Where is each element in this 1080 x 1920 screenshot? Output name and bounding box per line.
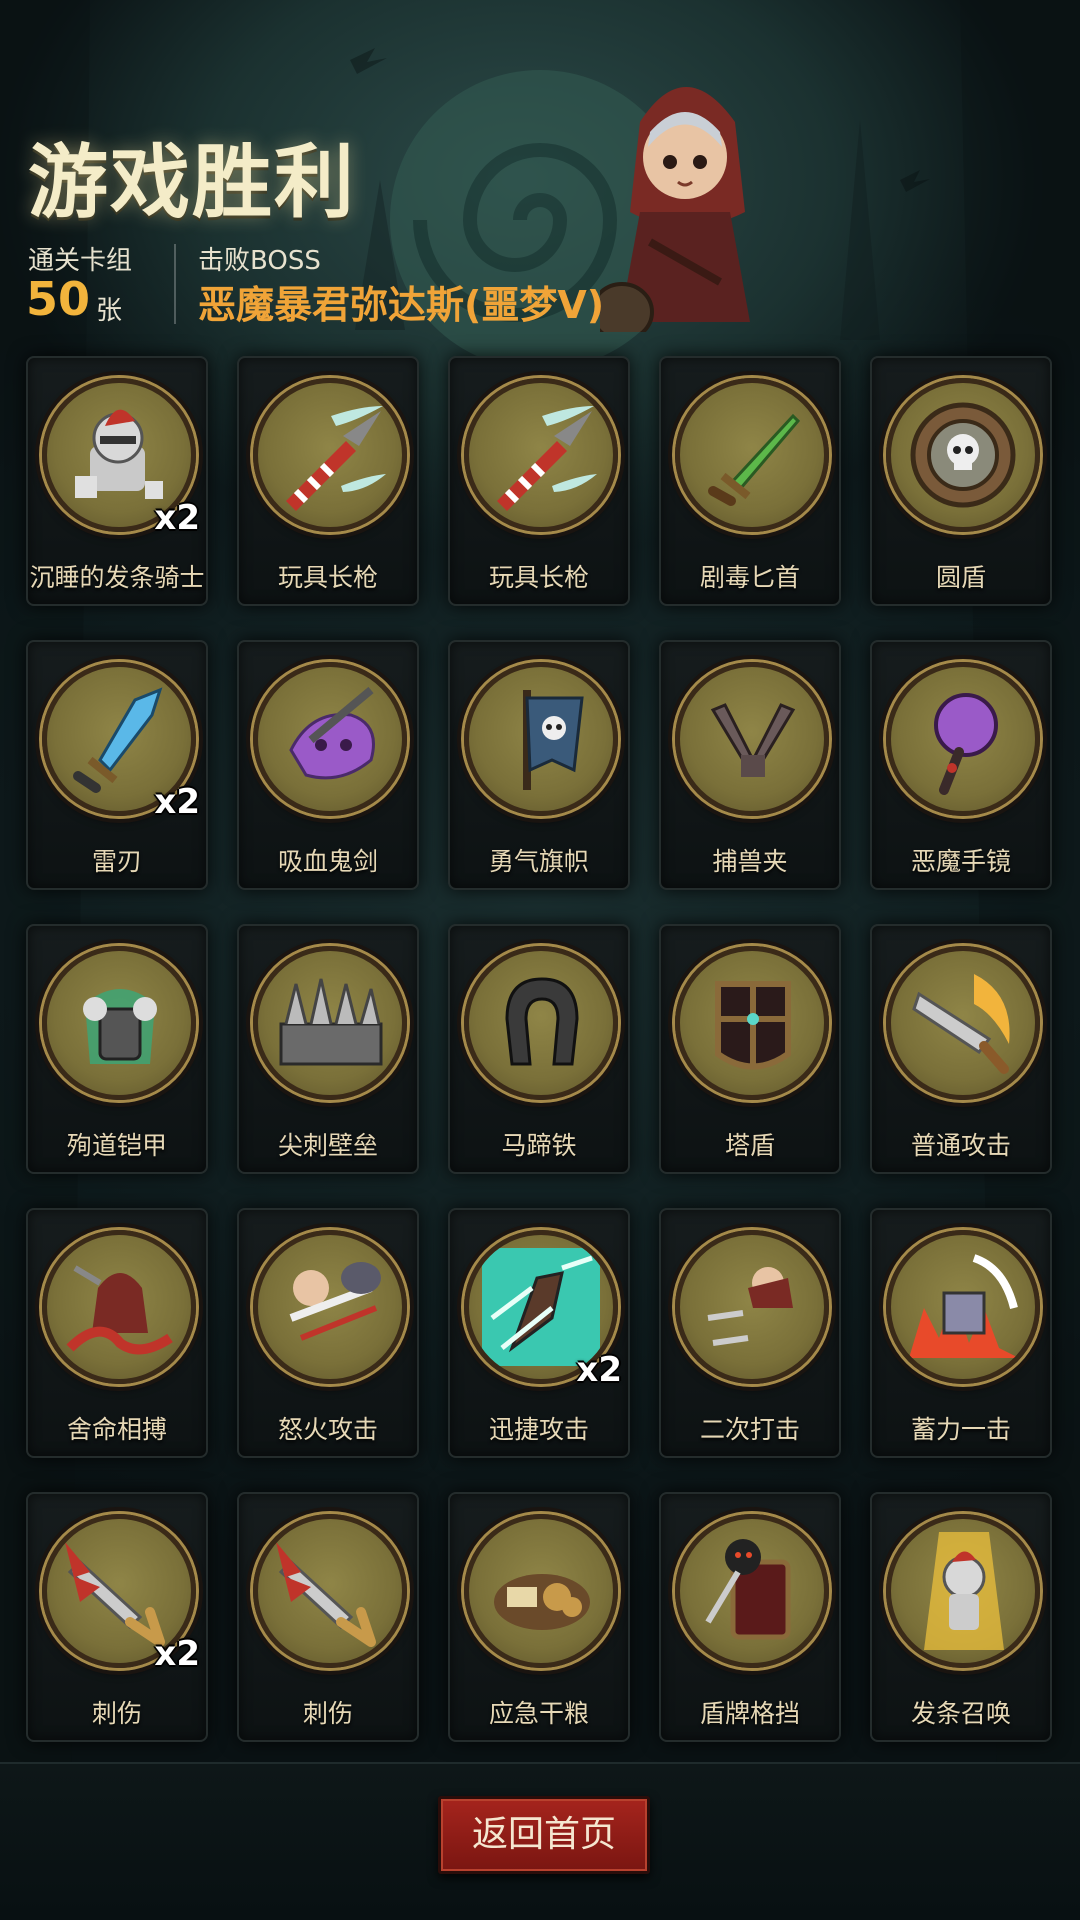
- horseshoe-icon: [464, 946, 618, 1100]
- toy-lance-icon: [464, 378, 618, 532]
- deck-card[interactable]: 吸血鬼剑: [237, 640, 419, 890]
- deck-card[interactable]: x2 迅捷攻击: [448, 1208, 630, 1458]
- bear-trap-icon: [675, 662, 829, 816]
- deck-unit: 张: [96, 296, 123, 326]
- poison-dagger-icon: [675, 378, 829, 532]
- courage-banner-icon: [464, 662, 618, 816]
- boss-label: 击败BOSS: [198, 246, 321, 276]
- deck-card[interactable]: 玩具长枪: [237, 356, 419, 606]
- card-count-badge: x2: [154, 1634, 200, 1674]
- deck-card[interactable]: 刺伤: [237, 1492, 419, 1742]
- card-name: 尖刺壁垒: [277, 1131, 378, 1160]
- deck-card[interactable]: x2 雷刃: [26, 640, 208, 890]
- normal-attack-icon: [886, 946, 1040, 1100]
- shield-block-icon: [675, 1514, 829, 1668]
- hero-character-portrait: [600, 87, 750, 332]
- card-name: 吸血鬼剑: [277, 847, 378, 876]
- deck-card[interactable]: 发条召唤: [870, 1492, 1052, 1742]
- deck-card[interactable]: 塔盾: [659, 924, 841, 1174]
- card-name: 玩具长枪: [277, 563, 378, 592]
- stab-icon: [253, 1514, 407, 1668]
- page-title: 游戏胜利: [28, 136, 356, 229]
- spike-wall-icon: [253, 946, 407, 1100]
- card-name: 剧毒匕首: [699, 563, 800, 592]
- desperate-fight-icon: [42, 1230, 196, 1384]
- card-count-badge: x2: [154, 498, 200, 538]
- card-name: 捕兽夹: [712, 847, 788, 876]
- card-name: 刺伤: [302, 1699, 353, 1728]
- demon-mirror-icon: [886, 662, 1040, 816]
- double-strike-icon: [675, 1230, 829, 1384]
- card-name: 沉睡的发条骑士: [29, 563, 205, 592]
- deck-card[interactable]: 剧毒匕首: [659, 356, 841, 606]
- martyr-armor-icon: [42, 946, 196, 1100]
- deck-card[interactable]: x2 刺伤: [26, 1492, 208, 1742]
- toy-lance-icon: [253, 378, 407, 532]
- card-name: 发条召唤: [910, 1699, 1011, 1728]
- card-name: 迅捷攻击: [488, 1415, 589, 1444]
- card-name: 塔盾: [724, 1131, 775, 1160]
- card-name: 刺伤: [91, 1699, 142, 1728]
- round-shield-icon: [886, 378, 1040, 532]
- deck-card[interactable]: 普通攻击: [870, 924, 1052, 1174]
- return-home-button[interactable]: 返回首页: [438, 1796, 650, 1874]
- deck-card[interactable]: 捕兽夹: [659, 640, 841, 890]
- rage-attack-icon: [253, 1230, 407, 1384]
- card-name: 殉道铠甲: [66, 1131, 167, 1160]
- deck-card[interactable]: 舍命相搏: [26, 1208, 208, 1458]
- card-name: 勇气旗帜: [488, 847, 589, 876]
- vampire-sword-icon: [253, 662, 407, 816]
- deck-card[interactable]: 圆盾: [870, 356, 1052, 606]
- card-count-badge: x2: [154, 782, 200, 822]
- tower-shield-icon: [675, 946, 829, 1100]
- card-name: 怒火攻击: [277, 1415, 378, 1444]
- deck-card[interactable]: 殉道铠甲: [26, 924, 208, 1174]
- deck-card-grid: x2 沉睡的发条骑士 玩具长枪 玩具长枪 剧毒匕首 圆盾 x2 雷刃 吸血鬼剑 勇气旗帜 捕兽夹 恶魔…: [26, 356, 1054, 1742]
- deck-card[interactable]: 应急干粮: [448, 1492, 630, 1742]
- deck-card[interactable]: 马蹄铁: [448, 924, 630, 1174]
- deck-card[interactable]: 怒火攻击: [237, 1208, 419, 1458]
- deck-card[interactable]: 勇气旗帜: [448, 640, 630, 890]
- card-name: 应急干粮: [488, 1699, 589, 1728]
- card-name: 玩具长枪: [488, 563, 589, 592]
- card-name: 二次打击: [699, 1415, 800, 1444]
- deck-card[interactable]: 玩具长枪: [448, 356, 630, 606]
- deck-card[interactable]: 尖刺壁垒: [237, 924, 419, 1174]
- card-name: 恶魔手镜: [910, 847, 1011, 876]
- ration-icon: [464, 1514, 618, 1668]
- card-count-badge: x2: [576, 1350, 622, 1390]
- card-name: 圆盾: [935, 563, 986, 592]
- deck-card[interactable]: 蓄力一击: [870, 1208, 1052, 1458]
- deck-count: 50: [26, 272, 91, 326]
- deck-card[interactable]: 恶魔手镜: [870, 640, 1052, 890]
- deck-card[interactable]: 盾牌格挡: [659, 1492, 841, 1742]
- card-name: 普通攻击: [910, 1131, 1011, 1160]
- card-name: 马蹄铁: [501, 1131, 577, 1160]
- card-name: 雷刃: [91, 847, 142, 876]
- card-name: 蓄力一击: [910, 1415, 1011, 1444]
- card-name: 舍命相搏: [66, 1415, 167, 1444]
- deck-card[interactable]: x2 沉睡的发条骑士: [26, 356, 208, 606]
- boss-name: 恶魔暴君弥达斯(噩梦V): [198, 283, 605, 327]
- card-name: 盾牌格挡: [699, 1699, 800, 1728]
- stat-divider: [174, 244, 176, 324]
- charged-strike-icon: [886, 1230, 1040, 1384]
- deck-card[interactable]: 二次打击: [659, 1208, 841, 1458]
- clockwork-summon-icon: [886, 1514, 1040, 1668]
